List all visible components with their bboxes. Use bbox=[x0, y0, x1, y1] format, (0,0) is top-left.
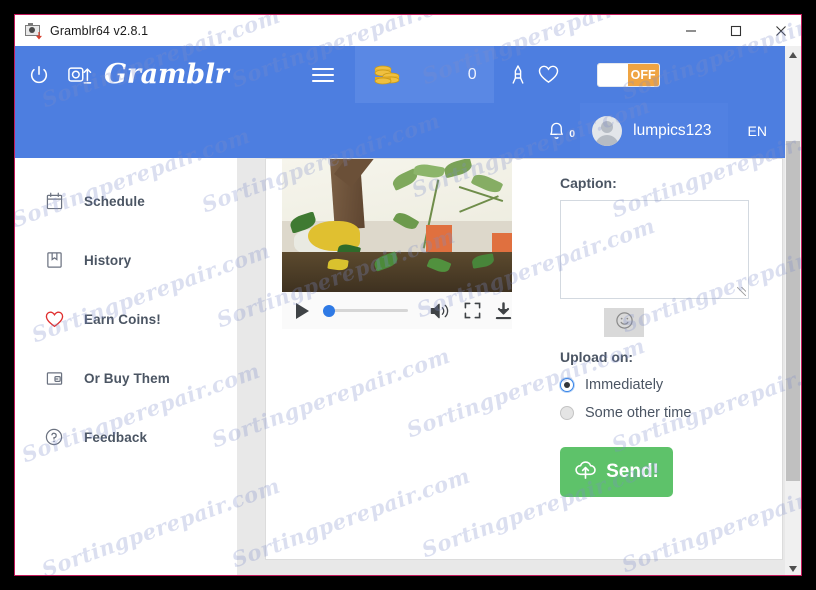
header-toolbar: Gramblr 0 OFF bbox=[15, 46, 787, 103]
app-icon bbox=[25, 22, 42, 40]
notifications-button[interactable]: 0 bbox=[533, 120, 580, 141]
application-window: Gramblr64 v2.8.1 Gramblr 0 OFF 0 lumpics… bbox=[14, 14, 802, 576]
radio-option-immediately[interactable]: Immediately bbox=[560, 377, 765, 393]
emoji-picker-button[interactable] bbox=[604, 308, 644, 337]
user-name: lumpics123 bbox=[633, 121, 712, 139]
camera-upload-icon[interactable] bbox=[68, 64, 92, 86]
upload-form: Caption: Upload on: Immediately Some oth… bbox=[560, 175, 765, 497]
coins-stack-icon bbox=[372, 63, 402, 87]
title-bar: Gramblr64 v2.8.1 bbox=[15, 15, 801, 46]
tower-icon[interactable] bbox=[511, 64, 525, 85]
caption-input[interactable] bbox=[560, 200, 749, 299]
language-selector[interactable]: EN bbox=[728, 123, 787, 139]
radio-option-some-other-time[interactable]: Some other time bbox=[560, 405, 765, 421]
smiley-icon bbox=[615, 311, 634, 335]
calendar-icon bbox=[43, 192, 65, 210]
toggle-state-label: OFF bbox=[630, 67, 656, 82]
sidebar-item-label: Earn Coins! bbox=[84, 311, 161, 327]
app-brand: Gramblr bbox=[104, 59, 229, 90]
radio-button[interactable] bbox=[560, 406, 574, 420]
coins-balance[interactable]: 0 bbox=[354, 46, 494, 103]
video-preview[interactable] bbox=[282, 159, 512, 292]
heart-icon[interactable] bbox=[538, 65, 559, 84]
user-menu[interactable]: lumpics123 bbox=[580, 103, 728, 158]
sidebar-item-label: Schedule bbox=[84, 193, 145, 209]
radio-label: Some other time bbox=[585, 405, 692, 421]
cloud-upload-icon bbox=[574, 459, 597, 485]
sidebar-item-schedule[interactable]: Schedule bbox=[15, 187, 237, 215]
sidebar-item-label: Or Buy Them bbox=[84, 370, 170, 386]
sidebar-item-feedback[interactable]: Feedback bbox=[15, 423, 237, 451]
sidebar-item-history[interactable]: History bbox=[15, 246, 237, 274]
video-progress-slider[interactable] bbox=[323, 304, 408, 317]
window-title: Gramblr64 v2.8.1 bbox=[50, 23, 149, 38]
notifications-badge: 0 bbox=[569, 128, 576, 140]
question-circle-icon bbox=[43, 428, 65, 446]
sidebar-item-earn-coins[interactable]: Earn Coins! bbox=[15, 305, 237, 333]
fullscreen-icon[interactable] bbox=[464, 302, 481, 319]
radio-button[interactable] bbox=[560, 378, 574, 392]
app-header: Gramblr 0 OFF 0 lumpics123 EN bbox=[15, 46, 787, 158]
send-button[interactable]: Send! bbox=[560, 447, 673, 497]
sidebar-item-label: History bbox=[84, 252, 132, 268]
upload-on-label: Upload on: bbox=[560, 349, 634, 365]
sidebar-item-buy-coins[interactable]: Or Buy Them bbox=[15, 364, 237, 392]
progress-handle[interactable] bbox=[323, 304, 335, 317]
status-toggle[interactable]: OFF bbox=[596, 62, 660, 87]
avatar bbox=[592, 115, 623, 146]
upload-panel: Caption: Upload on: Immediately Some oth… bbox=[265, 158, 783, 560]
card-icon bbox=[43, 370, 65, 387]
send-button-label: Send! bbox=[606, 461, 659, 482]
header-account-bar: 0 lumpics123 EN bbox=[15, 103, 787, 158]
sidebar-item-label: Feedback bbox=[84, 429, 148, 445]
power-icon[interactable] bbox=[28, 64, 50, 86]
book-icon bbox=[43, 251, 65, 269]
scroll-down-button[interactable] bbox=[785, 560, 801, 575]
maximize-button[interactable] bbox=[713, 15, 758, 46]
volume-icon[interactable] bbox=[430, 302, 450, 320]
vertical-scrollbar[interactable] bbox=[785, 46, 801, 575]
resize-handle-icon[interactable] bbox=[737, 287, 746, 296]
play-icon[interactable] bbox=[294, 302, 310, 320]
close-button[interactable] bbox=[758, 15, 801, 46]
scrollbar-thumb[interactable] bbox=[786, 141, 800, 481]
toggle-knob bbox=[597, 63, 628, 86]
minimize-button[interactable] bbox=[668, 15, 713, 46]
window-controls bbox=[668, 15, 801, 46]
caption-label: Caption: bbox=[560, 175, 617, 191]
coins-count: 0 bbox=[467, 65, 477, 83]
scroll-up-button[interactable] bbox=[785, 46, 801, 63]
video-controls bbox=[282, 292, 512, 329]
download-icon[interactable] bbox=[495, 301, 512, 320]
hamburger-menu-icon[interactable] bbox=[311, 66, 335, 84]
heart-icon bbox=[43, 311, 65, 328]
radio-label: Immediately bbox=[585, 377, 664, 393]
sidebar: Schedule History Earn Coins! Or Buy Them… bbox=[15, 158, 237, 575]
